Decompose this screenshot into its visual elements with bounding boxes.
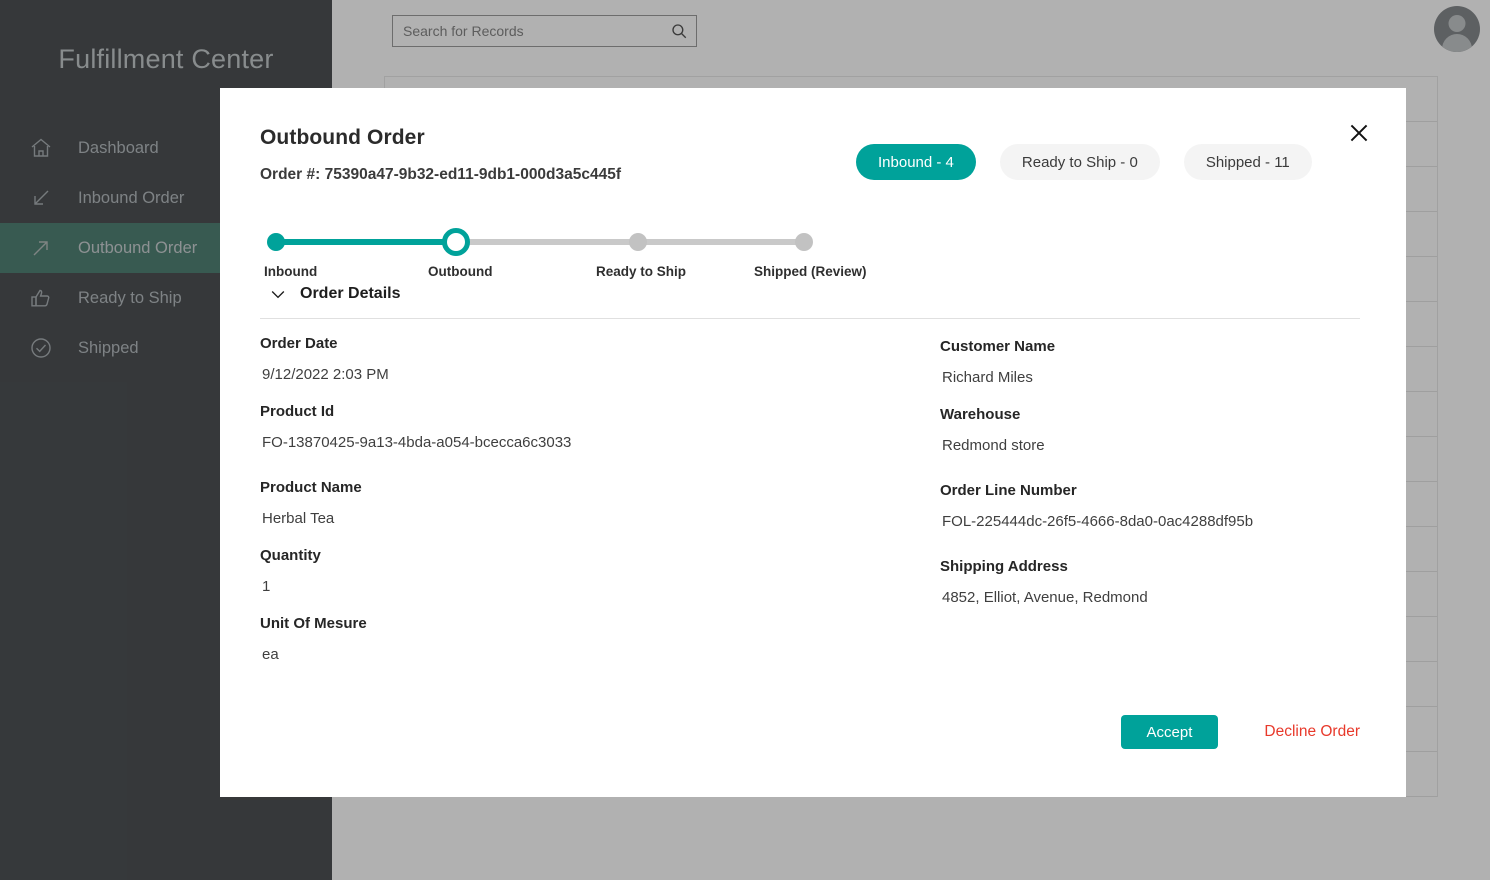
status-filter-pills: Inbound - 4 Ready to Ship - 0 Shipped - … — [856, 144, 1312, 180]
step-dot — [442, 228, 470, 256]
pill-inbound[interactable]: Inbound - 4 — [856, 144, 976, 180]
progress-fill — [276, 239, 456, 245]
field-label: Quantity — [260, 547, 321, 564]
field-label: Unit Of Mesure — [260, 615, 367, 632]
field-label: Order Line Number — [940, 482, 1077, 499]
decline-order-link[interactable]: Decline Order — [1264, 723, 1360, 741]
outbound-order-dialog: Outbound Order Order #: 75390a47-9b32-ed… — [220, 88, 1406, 797]
step-label: Shipped (Review) — [754, 264, 867, 279]
step-label: Inbound — [264, 264, 318, 279]
field-label: Shipping Address — [940, 558, 1068, 575]
field-label: Product Id — [260, 403, 335, 420]
field-label: Product Name — [260, 479, 362, 496]
field-product-id: Product Id FO-13870425-9a13-4bda-a054-bc… — [260, 403, 940, 451]
order-details-fields: Order Date 9/12/2022 2:03 PM Product Id … — [260, 335, 1360, 671]
field-unit-of-mesure: Unit Of Mesure ea — [260, 615, 940, 663]
field-shipping-address: Shipping Address 4852, Elliot, Avenue, R… — [940, 558, 1360, 606]
step-label: Ready to Ship — [596, 264, 687, 279]
pill-ready-to-ship[interactable]: Ready to Ship - 0 — [999, 144, 1160, 180]
field-order-line-number: Order Line Number FOL-225444dc-26f5-4666… — [940, 482, 1360, 530]
field-label: Order Date — [260, 335, 338, 352]
field-value: FOL-225444dc-26f5-4666-8da0-0ac4288df95b — [942, 513, 1254, 530]
order-details-label: Order Details — [300, 285, 401, 302]
field-product-name: Product Name Herbal Tea — [260, 479, 940, 527]
field-value: 1 — [262, 578, 271, 595]
order-details-toggle[interactable]: Order Details — [260, 284, 1360, 304]
field-value: FO-13870425-9a13-4bda-a054-bcecca6c3033 — [262, 434, 572, 451]
step-dot — [267, 233, 285, 251]
chevron-down-icon — [268, 284, 288, 304]
close-icon[interactable] — [1346, 120, 1376, 150]
step-label: Outbound — [428, 264, 493, 279]
details-column-left: Order Date 9/12/2022 2:03 PM Product Id … — [260, 335, 940, 671]
field-value: 4852, Elliot, Avenue, Redmond — [942, 589, 1148, 606]
field-order-date: Order Date 9/12/2022 2:03 PM — [260, 335, 940, 383]
app-root: Fulfillment Center Dashboard — [0, 0, 1490, 880]
field-customer-name: Customer Name Richard Miles — [940, 338, 1360, 386]
field-value: 9/12/2022 2:03 PM — [262, 366, 389, 383]
accept-button[interactable]: Accept — [1120, 715, 1219, 749]
step-dot — [795, 233, 813, 251]
field-label: Customer Name — [940, 338, 1056, 355]
field-value: ea — [262, 646, 279, 663]
order-progress-stepper: Inbound Outbound Ready to Ship Shipped (… — [260, 206, 867, 279]
field-value: Redmond store — [942, 437, 1045, 454]
pill-shipped[interactable]: Shipped - 11 — [1183, 144, 1312, 180]
section-divider — [260, 318, 1360, 319]
field-warehouse: Warehouse Redmond store — [940, 406, 1360, 454]
field-quantity: Quantity 1 — [260, 547, 940, 595]
field-value: Richard Miles — [942, 369, 1033, 386]
details-column-right: Customer Name Richard Miles Warehouse Re… — [940, 335, 1360, 671]
dialog-actions: Accept Decline Order — [1120, 715, 1360, 749]
field-value: Herbal Tea — [262, 510, 335, 527]
field-label: Warehouse — [940, 406, 1021, 423]
step-dot — [629, 233, 647, 251]
